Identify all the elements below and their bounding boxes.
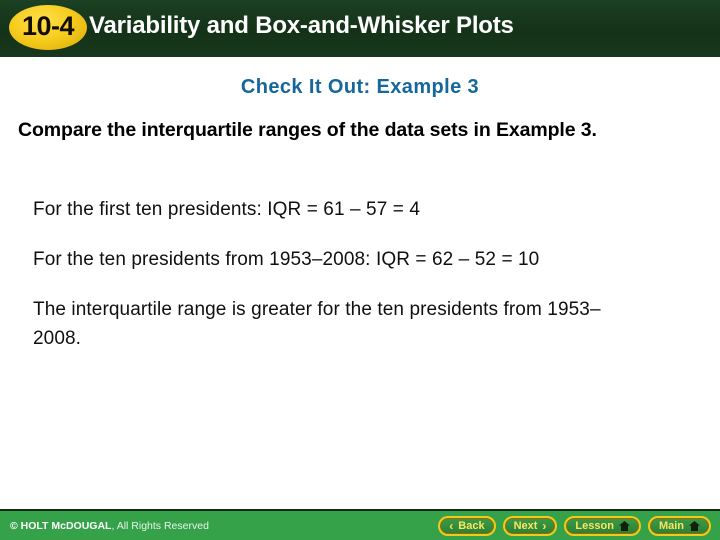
answer-line: For the ten presidents from 1953–2008: I… xyxy=(33,248,540,270)
answer-line: For the first ten presidents: IQR = 61 –… xyxy=(33,199,421,220)
example-heading: Check It Out: Example 3 xyxy=(240,76,480,98)
next-button-label: Next xyxy=(513,519,538,532)
copyright-text: © HOLT McDOUGAL, All Rights Reserved xyxy=(10,520,209,532)
lesson-home-button[interactable]: Lesson xyxy=(564,516,641,536)
copyright-owner: © HOLT McDOUGAL xyxy=(10,520,112,532)
slide: 10-4 Variability and Box-and-Whisker Plo… xyxy=(0,0,720,540)
answer-list: For the first ten presidents: IQR = 61 –… xyxy=(33,196,633,354)
copyright-rights: , All Rights Reserved xyxy=(111,520,209,532)
slide-footer: © HOLT McDOUGAL, All Rights Reserved ‹ B… xyxy=(0,509,720,540)
chevron-right-icon: › xyxy=(542,519,547,533)
slide-header: 10-4 Variability and Box-and-Whisker Plo… xyxy=(0,0,720,57)
navigation-buttons: ‹ Back Next › Lesson Main xyxy=(438,516,711,536)
lesson-number-label: 10-4 xyxy=(21,11,75,41)
home-icon xyxy=(618,521,630,531)
lesson-home-button-label: Lesson xyxy=(575,519,614,532)
question-prompt: Compare the interquartile ranges of the … xyxy=(18,119,597,141)
home-icon xyxy=(689,521,700,531)
answer-line: The interquartile range is greater for t… xyxy=(33,298,601,349)
page-title: Variability and Box-and-Whisker Plots xyxy=(89,12,514,39)
lesson-number-badge: 10-4 xyxy=(9,5,87,50)
back-button[interactable]: ‹ Back xyxy=(438,516,496,536)
back-button-label: Back xyxy=(458,519,485,532)
main-home-button-label: Main xyxy=(658,519,684,532)
next-button[interactable]: Next › xyxy=(502,516,558,536)
main-home-button[interactable]: Main xyxy=(647,516,711,536)
chevron-left-icon: ‹ xyxy=(449,519,454,533)
